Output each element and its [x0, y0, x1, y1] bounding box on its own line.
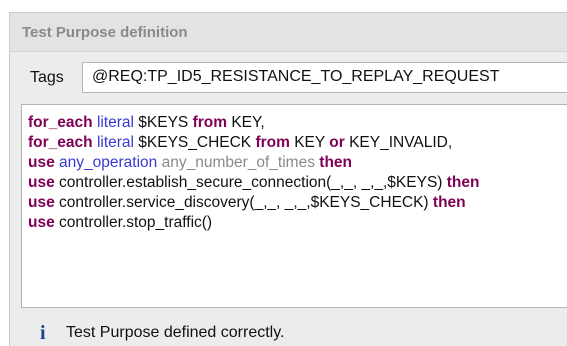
status-message: Test Purpose defined correctly.	[66, 324, 285, 341]
code-text: controller.stop_traffic()	[54, 214, 213, 231]
panel-header: Test Purpose definition	[10, 13, 567, 52]
code-line: for_each literal $KEYS from KEY,	[28, 113, 567, 133]
code-keyword: or	[329, 134, 345, 151]
code-keyword: use	[28, 214, 55, 231]
code-text: KEY	[289, 134, 330, 151]
code-editor[interactable]: for_each literal $KEYS from KEY, for_each…	[21, 104, 567, 308]
code-literal: literal	[96, 134, 134, 151]
code-keyword: use	[28, 174, 55, 191]
code-text: controller.establish_secure_connection(_…	[54, 174, 447, 191]
code-keyword: from	[192, 114, 228, 131]
code-keyword: then	[432, 194, 466, 211]
code-keyword: use	[28, 154, 55, 171]
code-literal: any_operation	[59, 154, 158, 171]
code-literal: literal	[96, 114, 134, 131]
code-text: $KEYS	[133, 114, 193, 131]
code-text: $KEYS_CHECK	[133, 134, 256, 151]
code-keyword: from	[255, 134, 290, 151]
code-line: use controller.establish_secure_connecti…	[28, 173, 567, 193]
code-text: KEY_INVALID,	[344, 134, 453, 151]
info-icon: i	[40, 322, 46, 344]
code-keyword: for_each	[28, 114, 93, 131]
code-keyword: then	[319, 154, 352, 171]
code-text: controller.service_discovery(_,_, _,_,$K…	[54, 194, 433, 211]
tags-input[interactable]: @REQ:TP_ID5_RESISTANCE_TO_REPLAY_REQUEST	[82, 62, 567, 93]
code-line: use controller.service_discovery(_,_, _,…	[28, 193, 567, 213]
code-line: use any_operation any_number_of_times th…	[28, 153, 567, 173]
code-keyword: for_each	[28, 134, 93, 151]
code-line: use controller.stop_traffic()	[28, 213, 567, 233]
code-keyword: then	[446, 174, 480, 191]
test-purpose-panel: Test Purpose definition Tags @REQ:TP_ID5…	[9, 12, 567, 346]
panel-title: Test Purpose definition	[22, 24, 188, 41]
code-line: for_each literal $KEYS_CHECK from KEY or…	[28, 133, 567, 153]
code-text: KEY,	[227, 114, 265, 131]
tags-label: Tags	[30, 69, 64, 86]
code-text: any_number_of_times	[161, 154, 315, 171]
code-keyword: use	[28, 194, 55, 211]
